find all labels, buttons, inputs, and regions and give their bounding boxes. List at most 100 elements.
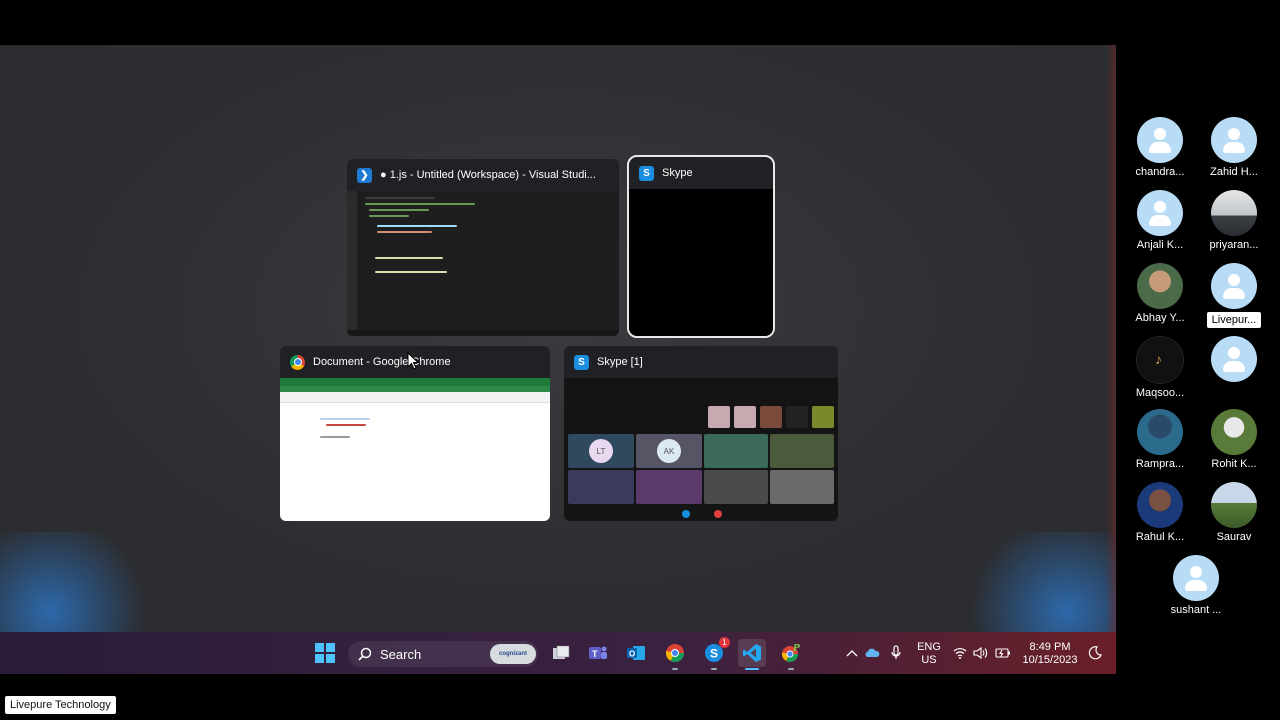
microphone-icon <box>891 645 901 659</box>
window-title: Document - Google Chrome <box>313 356 451 368</box>
window-title: Skype <box>662 167 693 179</box>
window-thumb-header: ❯ ● 1.js - Untitled (Workspace) - Visual… <box>347 159 619 191</box>
participant-tile[interactable]: Rampra... <box>1124 409 1196 470</box>
participant-name: Rohit K... <box>1211 458 1257 470</box>
participant-tile[interactable] <box>1198 336 1270 385</box>
participant-tile[interactable]: ♪ Maqsoo... <box>1124 336 1196 399</box>
participant-tile[interactable]: Rahul K... <box>1124 482 1196 543</box>
vscode-preview <box>347 191 619 336</box>
participant-name: Anjali K... <box>1136 239 1184 251</box>
chrome-taskbar-button[interactable] <box>661 639 689 670</box>
language-code: ENG <box>917 641 941 653</box>
vscode-icon <box>743 644 761 662</box>
participant-tile[interactable]: Livepur... <box>1198 263 1270 328</box>
running-indicator <box>788 668 794 670</box>
avatar <box>1173 555 1219 601</box>
participant-tile[interactable]: Saurav <box>1198 482 1270 543</box>
outlook-button[interactable]: O <box>622 639 650 667</box>
vscode-taskbar-button[interactable] <box>738 639 766 670</box>
participants-panel: chandra... Zahid H... Anjali K... priyar… <box>1116 0 1280 720</box>
task-view-icon <box>553 645 570 659</box>
participant-name: Rahul K... <box>1135 531 1185 543</box>
notifications-button[interactable] <box>1081 639 1109 667</box>
participant-tile[interactable]: Rohit K... <box>1198 409 1270 470</box>
avatar <box>1211 190 1257 236</box>
quick-settings-button[interactable] <box>950 639 1014 667</box>
presenter-name-label: Livepure Technology <box>5 696 116 714</box>
participant-name: sushant ... <box>1170 604 1222 616</box>
avatar <box>1137 190 1183 236</box>
vscode-icon: ❯ <box>357 167 372 183</box>
svg-text:P: P <box>792 644 800 654</box>
window-thumb-skype[interactable]: S Skype <box>627 155 775 338</box>
chrome-profile-taskbar-button[interactable]: P <box>777 639 805 670</box>
participant-tile[interactable]: sushant ... <box>1160 555 1232 616</box>
window-title: Skype [1] <box>597 356 643 368</box>
taskbar-search[interactable]: Search cognizant <box>348 641 538 667</box>
window-thumb-header: S Skype [1] <box>564 346 838 378</box>
participant-name: Zahid H... <box>1210 166 1258 178</box>
participant-name: Livepur... <box>1206 312 1262 328</box>
svg-text:S: S <box>710 647 718 661</box>
window-thumb-chrome[interactable]: Document - Google Chrome <box>280 346 550 521</box>
task-switcher-backdrop <box>0 45 1116 632</box>
running-indicator <box>672 668 678 670</box>
svg-text:O: O <box>629 650 635 659</box>
participant-name: priyaran... <box>1209 239 1259 251</box>
participant-name: Saurav <box>1216 531 1252 543</box>
window-thumb-vscode[interactable]: ❯ ● 1.js - Untitled (Workspace) - Visual… <box>347 159 619 336</box>
avatar <box>1211 482 1257 528</box>
search-icon <box>358 647 372 661</box>
avatar <box>1137 409 1183 455</box>
skype-icon: S <box>574 354 589 370</box>
mouse-pointer-icon <box>407 352 419 370</box>
chrome-icon <box>290 354 305 370</box>
svg-text:T: T <box>592 649 598 659</box>
clock-date: 10/15/2023 <box>1022 654 1078 666</box>
clock[interactable]: 8:49 PM 10/15/2023 <box>1020 641 1080 667</box>
activity-bar <box>347 191 357 336</box>
chrome-icon <box>665 644 684 663</box>
wifi-icon <box>953 648 967 659</box>
clock-time: 8:49 PM <box>1029 641 1071 653</box>
start-button[interactable] <box>311 639 339 667</box>
wallpaper-glow-right <box>956 532 1116 632</box>
chrome-preview <box>280 378 550 521</box>
avatar <box>1137 117 1183 163</box>
tile-initials: AK <box>657 439 681 463</box>
search-label: Search <box>380 646 422 662</box>
search-highlight-badge: cognizant <box>490 644 536 664</box>
avatar <box>1137 482 1183 528</box>
participant-tile[interactable]: chandra... <box>1124 117 1196 178</box>
participant-tile[interactable]: Zahid H... <box>1198 117 1270 178</box>
chrome-profile-icon: P <box>781 644 800 662</box>
skype-call-preview: LT AK <box>564 378 838 521</box>
status-bar <box>347 330 619 336</box>
window-thumb-header: S Skype <box>629 157 773 189</box>
participant-name: chandra... <box>1135 166 1185 178</box>
teams-button[interactable]: T <box>584 639 612 667</box>
devtools-toolbar <box>280 392 550 403</box>
participant-tile[interactable]: Abhay Y... <box>1124 263 1196 324</box>
input-language-indicator[interactable]: ENG US <box>914 641 944 667</box>
participant-tile[interactable]: Anjali K... <box>1124 190 1196 251</box>
participant-tile[interactable]: priyaran... <box>1198 190 1270 251</box>
microphone-button[interactable] <box>882 639 910 667</box>
avatar <box>1211 336 1257 382</box>
chevron-up-icon <box>846 650 858 657</box>
chrome-tab-strip <box>280 378 550 386</box>
windows-logo-icon <box>315 643 335 663</box>
participant-name: Rampra... <box>1135 458 1185 470</box>
teams-icon: T <box>589 646 607 659</box>
skype-taskbar-button[interactable]: S 1 <box>700 637 730 670</box>
onedrive-icon <box>865 648 880 657</box>
participant-name: Abhay Y... <box>1135 312 1185 324</box>
avatar <box>1211 263 1257 309</box>
task-view-button[interactable] <box>547 639 575 667</box>
region-code: US <box>921 654 937 666</box>
battery-charging-icon <box>995 648 1010 658</box>
wallpaper-rim <box>1106 45 1116 632</box>
moon-icon <box>1088 646 1102 660</box>
window-thumb-skype-1[interactable]: S Skype [1] LT AK <box>564 346 838 521</box>
running-indicator <box>711 668 717 670</box>
